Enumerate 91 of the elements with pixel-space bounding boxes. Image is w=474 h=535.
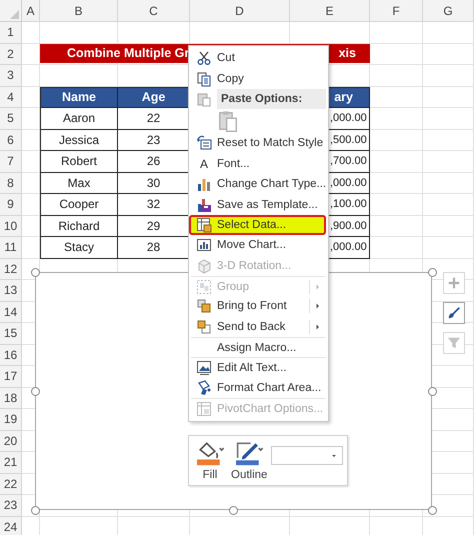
menu-item[interactable]: Format Chart Area...	[191, 378, 326, 398]
resize-handle[interactable]	[428, 268, 437, 277]
row-header[interactable]: 15	[0, 323, 22, 344]
row-header[interactable]: 13	[0, 280, 22, 302]
resize-handle[interactable]	[229, 506, 238, 515]
menu-item[interactable]: Send to Back	[191, 316, 326, 338]
copy-icon	[196, 70, 212, 87]
alt-text-icon	[196, 360, 212, 376]
row-header[interactable]: 11	[0, 237, 22, 258]
column-header[interactable]: A	[22, 0, 40, 22]
bar-chart-icon	[196, 176, 212, 192]
pen-outline-icon	[234, 440, 264, 466]
menu-item[interactable]: Assign Macro...	[191, 337, 326, 358]
row-header[interactable]: 7	[0, 151, 22, 172]
table-cell: Aaron	[40, 108, 118, 130]
row-header[interactable]: 6	[0, 130, 22, 151]
cube-icon	[196, 258, 212, 274]
row-header[interactable]: 21	[0, 452, 22, 474]
scissors-icon	[196, 50, 212, 66]
table-cell: Cooper	[40, 194, 118, 216]
pivot-icon	[196, 400, 212, 417]
send-back-icon	[196, 318, 212, 335]
resize-handle[interactable]	[31, 387, 40, 396]
column-header[interactable]: C	[118, 0, 190, 22]
template-icon	[196, 196, 212, 213]
row-header[interactable]: 24	[0, 516, 22, 535]
resize-handle[interactable]	[31, 506, 40, 515]
column-header[interactable]: G	[423, 0, 474, 22]
bring-front-icon	[196, 298, 212, 314]
submenu-arrow-icon	[314, 282, 322, 291]
row-header[interactable]: 20	[0, 430, 22, 452]
clipboard-icon	[217, 109, 239, 134]
column-header[interactable]: B	[40, 0, 118, 22]
select-data-icon	[196, 216, 212, 233]
title-text: Combine Multiple Gr	[67, 46, 190, 60]
column-header[interactable]: F	[370, 0, 423, 22]
menu-section-header: Paste Options:	[217, 88, 326, 110]
clipboard-icon	[196, 90, 212, 107]
menu-item[interactable]: Cut	[191, 48, 326, 68]
row-header[interactable]: 1	[0, 22, 22, 44]
row-header[interactable]: 23	[0, 495, 22, 516]
row-header[interactable]: 10	[0, 216, 22, 237]
row-header[interactable]: 18	[0, 388, 22, 409]
row-header[interactable]: 5	[0, 108, 22, 130]
row-header[interactable]: 16	[0, 344, 22, 366]
brush-icon	[447, 306, 461, 320]
group-icon	[196, 278, 212, 295]
row-header[interactable]: 19	[0, 409, 22, 430]
chart-elements-button[interactable]	[443, 272, 465, 294]
column-header[interactable]: E	[290, 0, 370, 22]
paste-option[interactable]	[217, 109, 239, 134]
format-icon	[196, 380, 212, 396]
chart-styles-button[interactable]	[443, 302, 465, 324]
row-header[interactable]: 12	[0, 258, 22, 280]
reset-style-icon	[196, 135, 212, 152]
dropdown-field[interactable]	[271, 446, 343, 465]
table-cell: Robert	[40, 151, 118, 172]
menu-item[interactable]: Copy	[191, 68, 326, 89]
title-text: xis	[338, 46, 356, 60]
paint-bucket-icon	[195, 440, 225, 466]
table-header-cell: Name	[40, 86, 118, 108]
font-icon: A	[191, 156, 217, 171]
outline-button[interactable]: Outline	[229, 438, 270, 483]
menu-item[interactable]: Bring to Front	[191, 296, 326, 317]
menu-item[interactable]: Edit Alt Text...	[191, 357, 326, 378]
table-cell: Stacy	[40, 237, 118, 258]
table-cell: Max	[40, 172, 118, 194]
row-header[interactable]: 4	[0, 86, 22, 108]
table-header-cell: Age	[118, 86, 190, 108]
row-header[interactable]: 22	[0, 474, 22, 495]
move-chart-icon	[196, 237, 212, 254]
table-cell: 30	[118, 172, 190, 194]
row-header[interactable]: 17	[0, 366, 22, 388]
table-cell: Richard	[40, 216, 118, 237]
row-header[interactable]: 9	[0, 194, 22, 216]
submenu-arrow-icon	[314, 322, 322, 331]
plus-icon	[447, 276, 461, 290]
table-cell: 23	[118, 130, 190, 151]
resize-handle[interactable]	[428, 506, 437, 515]
filter-icon	[447, 336, 461, 350]
row-header[interactable]: 14	[0, 302, 22, 323]
fill-button[interactable]: Fill	[193, 438, 227, 483]
resize-handle[interactable]	[31, 268, 40, 277]
row-header[interactable]: 8	[0, 172, 22, 194]
table-cell: Jessica	[40, 130, 118, 151]
menu-item[interactable]: Select Data...	[189, 214, 326, 236]
table-cell: 29	[118, 216, 190, 237]
column-header[interactable]: D	[190, 0, 290, 22]
row-header[interactable]: 2	[0, 44, 22, 65]
submenu-arrow-icon	[314, 302, 322, 310]
row-header[interactable]: 3	[0, 65, 22, 86]
